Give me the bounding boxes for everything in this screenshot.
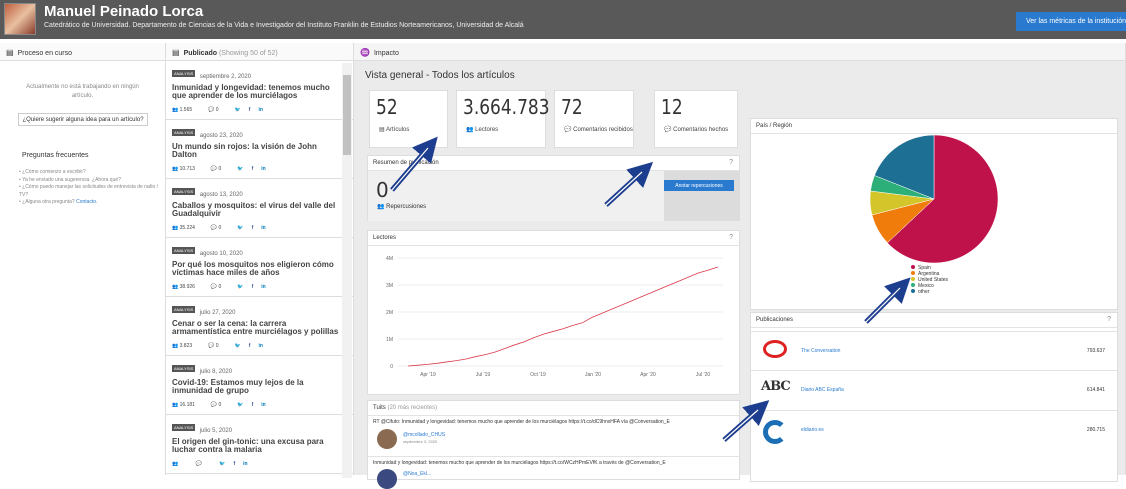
annotation-arrows bbox=[0, 0, 1126, 475]
